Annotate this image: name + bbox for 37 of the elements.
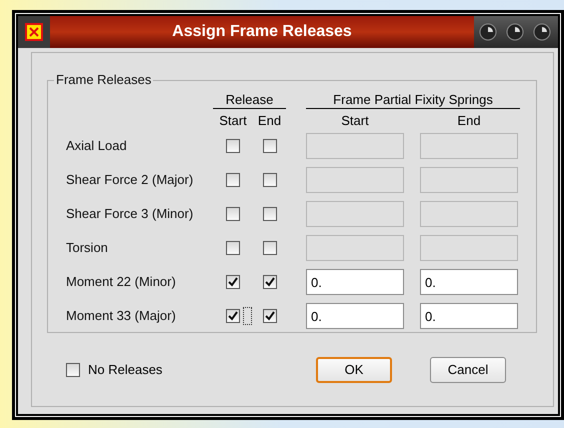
column-header: Frame Partial Fixity Springs bbox=[333, 92, 493, 108]
checkbox[interactable] bbox=[262, 139, 276, 153]
row-label: Torsion bbox=[66, 239, 109, 258]
checkbox[interactable] bbox=[226, 207, 240, 221]
checkbox[interactable] bbox=[226, 173, 240, 187]
spring-input-field[interactable]: 0. bbox=[306, 303, 404, 329]
minimize-button[interactable] bbox=[478, 23, 497, 41]
checkbox[interactable] bbox=[226, 139, 240, 153]
checkbox[interactable] bbox=[262, 241, 276, 255]
row-label: Moment 22 (Minor) bbox=[66, 273, 177, 292]
column-header: Release bbox=[226, 92, 274, 108]
column-header: End bbox=[258, 113, 282, 129]
spring-input-field[interactable]: 0. bbox=[420, 269, 518, 295]
checkbox[interactable] bbox=[262, 275, 276, 289]
spring-input-field[interactable]: 0. bbox=[306, 269, 404, 295]
row-label: Shear Force 2 (Major) bbox=[66, 171, 194, 190]
checkbox-label: No Releases bbox=[88, 361, 162, 380]
column-header: Start bbox=[341, 113, 369, 129]
checkbox[interactable] bbox=[262, 309, 276, 323]
row-label: Moment 33 (Major) bbox=[66, 307, 177, 326]
checkbox[interactable] bbox=[66, 363, 80, 377]
ok-button[interactable]: OK bbox=[316, 357, 392, 383]
maximize-button[interactable] bbox=[506, 23, 524, 41]
checkbox[interactable] bbox=[262, 207, 276, 221]
checkbox[interactable] bbox=[226, 241, 240, 255]
checkbox[interactable] bbox=[262, 173, 276, 187]
app-logo-icon bbox=[25, 23, 43, 41]
close-button[interactable] bbox=[533, 23, 552, 41]
window-title: Assign Frame Releases bbox=[172, 22, 352, 42]
row-label: Axial Load bbox=[66, 137, 128, 156]
column-header: Start bbox=[219, 113, 247, 129]
checkbox[interactable] bbox=[226, 309, 240, 323]
row-label: Shear Force 3 (Minor) bbox=[66, 205, 194, 224]
cancel-button[interactable]: Cancel bbox=[430, 357, 506, 383]
checkbox[interactable] bbox=[226, 275, 240, 289]
spring-input-field[interactable]: 0. bbox=[420, 303, 518, 329]
column-header: End bbox=[457, 113, 481, 129]
